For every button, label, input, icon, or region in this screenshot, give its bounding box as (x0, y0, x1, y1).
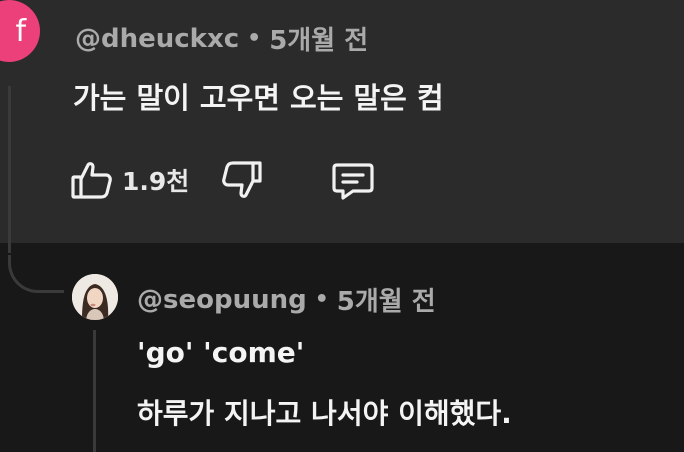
thumbs-down-icon[interactable] (221, 160, 263, 200)
thread-line (8, 86, 11, 253)
meta-separator: • (247, 26, 262, 51)
reply-username[interactable]: @seopuung (137, 285, 307, 315)
thumbs-up-icon[interactable] (70, 160, 114, 200)
reply-time[interactable]: 5개월 전 (337, 281, 436, 318)
comment-time[interactable]: 5개월 전 (269, 20, 368, 57)
avatar-letter: f (15, 13, 26, 49)
meta-separator: • (314, 287, 329, 312)
comment-username[interactable]: @dheuckxc (75, 24, 239, 54)
reply-comment-icon[interactable] (331, 160, 375, 200)
comment-meta: @dheuckxc • 5개월 전 (75, 20, 368, 57)
comment-text: 가는 말이 고우면 오는 말은 컴 (73, 81, 444, 115)
reply-avatar[interactable] (72, 274, 118, 320)
reply-thread-line (93, 330, 96, 452)
reply-text-line-2: 하루가 지나고 나서야 이해했다. (137, 397, 512, 430)
like-count: 1.9천 (122, 167, 190, 196)
reply-text-line-1: 'go' 'come' (137, 336, 305, 369)
comment-actions: 1.9천 (70, 155, 375, 205)
reply-meta: @seopuung • 5개월 전 (137, 281, 436, 318)
